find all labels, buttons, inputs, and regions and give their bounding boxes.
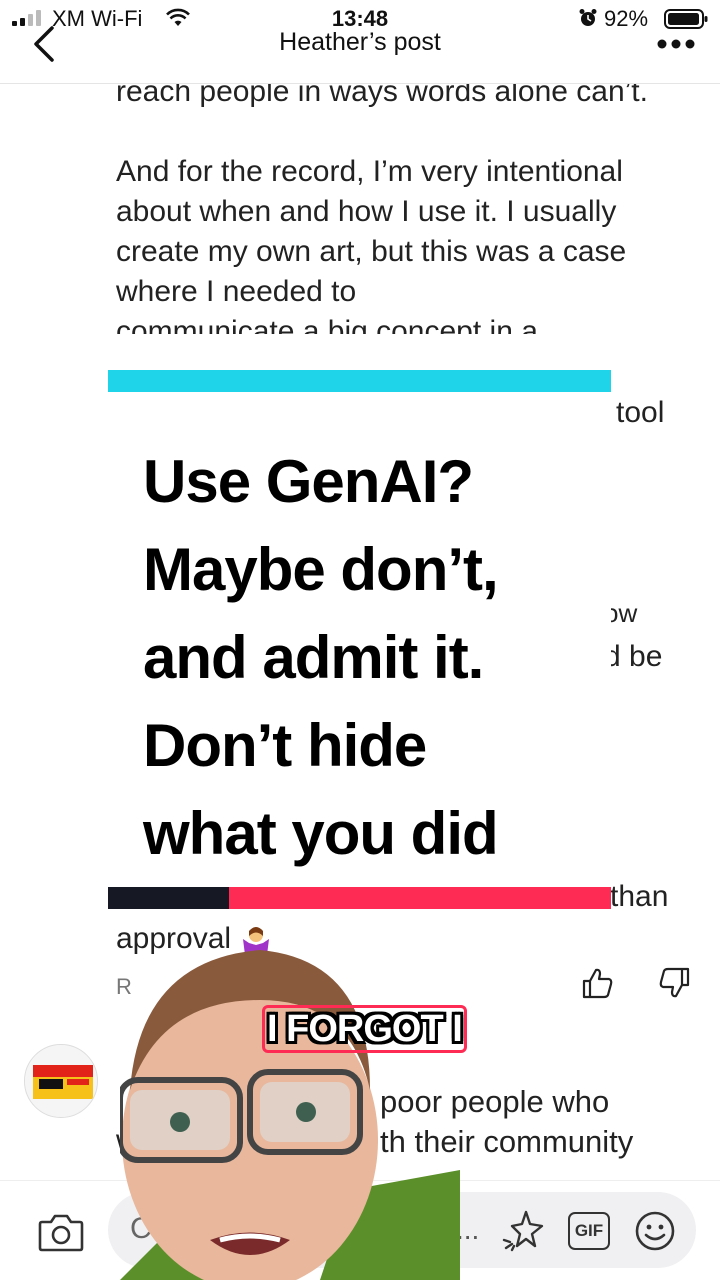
video-subtitle: I FORGOT I bbox=[262, 1005, 467, 1053]
person-video-overlay bbox=[120, 950, 460, 1280]
status-bar: XM Wi-Fi 13:48 92% bbox=[0, 0, 720, 36]
post-paragraph-cut: communicate a big concept in a bbox=[116, 315, 538, 334]
more-options-icon[interactable] bbox=[656, 38, 696, 50]
caption-line: what you did bbox=[143, 800, 499, 867]
thumbs-up-icon[interactable] bbox=[580, 966, 614, 1000]
post-text-fragment: tool bbox=[616, 396, 665, 429]
caption-bottom-bar-accent bbox=[108, 887, 229, 909]
commenter-avatar[interactable] bbox=[24, 1044, 98, 1118]
camera-icon[interactable] bbox=[38, 1212, 84, 1252]
caption-line: Use GenAI? bbox=[143, 448, 474, 515]
emoji-smile-icon[interactable] bbox=[634, 1210, 676, 1252]
caption-top-bar bbox=[108, 370, 611, 392]
battery-percent: 92% bbox=[604, 6, 649, 31]
alarm-icon bbox=[579, 9, 597, 26]
video-subtitle-text: I FORGOT I bbox=[262, 1005, 467, 1053]
post-paragraph: And for the record, I’m very intentional… bbox=[116, 155, 627, 308]
sparkle-star-icon[interactable] bbox=[500, 1208, 546, 1254]
caption-line: and admit it. bbox=[143, 624, 484, 691]
caption-line: Maybe don’t, bbox=[143, 536, 499, 603]
battery-icon bbox=[664, 9, 708, 29]
overlay-caption: Use GenAI? Maybe don’t, and admit it. Do… bbox=[143, 438, 613, 878]
post-text-fragment: than bbox=[610, 880, 669, 913]
film-box-icon bbox=[25, 1045, 97, 1117]
caption-line: Don’t hide bbox=[143, 712, 427, 779]
post-body: reach people in ways words alone can’t. … bbox=[116, 72, 706, 334]
gif-button[interactable]: GIF bbox=[568, 1212, 610, 1250]
gif-label: GIF bbox=[574, 1221, 604, 1240]
thumbs-down-icon[interactable] bbox=[658, 966, 692, 1000]
